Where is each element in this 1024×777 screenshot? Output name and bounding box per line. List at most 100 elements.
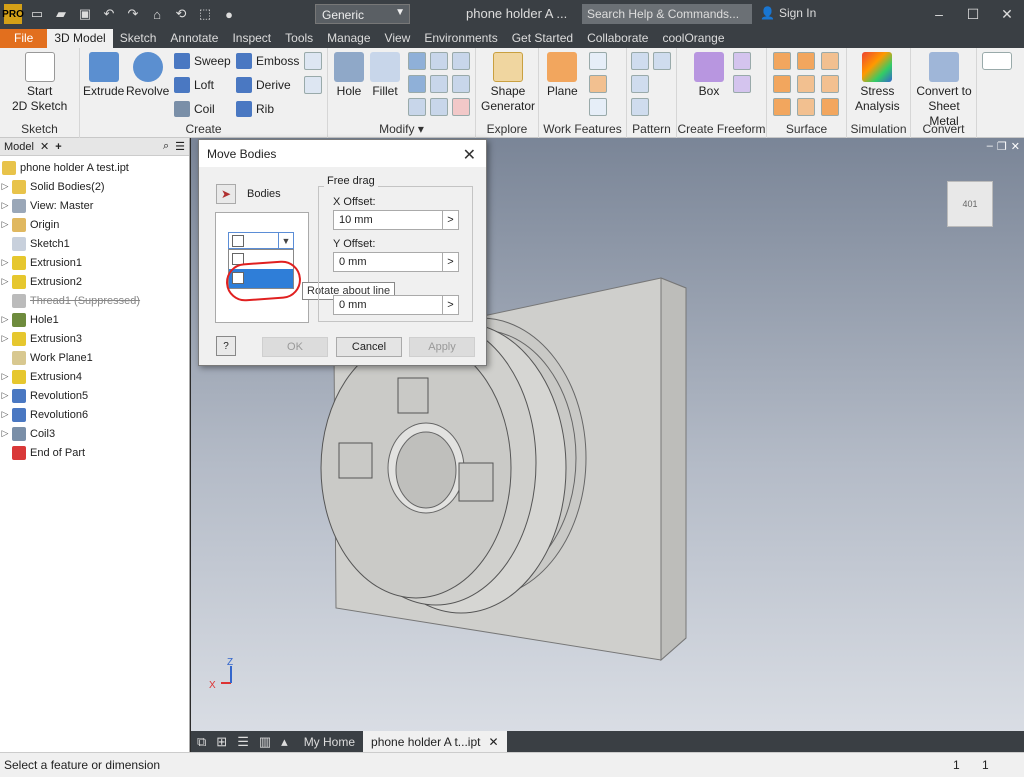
ucs-icon[interactable]: [589, 98, 607, 116]
apply-button[interactable]: Apply: [409, 337, 475, 357]
chamfer-icon[interactable]: [408, 52, 426, 70]
tab-my-home[interactable]: My Home: [296, 732, 363, 752]
derive-button[interactable]: Derive: [236, 77, 291, 93]
maximize-icon[interactable]: ☐: [956, 0, 990, 28]
expand-caret-icon[interactable]: ▷: [0, 257, 10, 268]
combine-icon[interactable]: [452, 75, 470, 93]
tree-node[interactable]: ▷ Solid Bodies(2): [0, 177, 189, 196]
tree-node[interactable]: ▷ Hole1: [0, 310, 189, 329]
tree-node[interactable]: ▷ Extrusion1: [0, 253, 189, 272]
expand-caret-icon[interactable]: ▷: [0, 219, 10, 230]
menu-icon[interactable]: ☰: [175, 140, 185, 153]
rectangular-pattern-icon[interactable]: [631, 52, 649, 70]
close-icon[interactable]: ✕: [990, 0, 1024, 28]
vertical-icon[interactable]: ▥: [259, 734, 271, 750]
y-offset-field[interactable]: 0 mm >: [333, 252, 459, 272]
ribbon-options-icon[interactable]: [982, 52, 1012, 70]
tab-coolorange[interactable]: coolOrange: [655, 29, 731, 48]
mirror-icon[interactable]: [631, 98, 649, 116]
chevron-right-icon[interactable]: >: [442, 296, 458, 314]
search-input[interactable]: Search Help & Commands...: [582, 4, 752, 24]
viewcube[interactable]: 401: [947, 181, 993, 227]
tree-node[interactable]: ▷ Revolution6: [0, 405, 189, 424]
expand-caret-icon[interactable]: ▷: [0, 371, 10, 382]
search-icon[interactable]: ⌕: [163, 140, 169, 153]
select-icon[interactable]: ⬚: [196, 5, 214, 23]
tab-get-started[interactable]: Get Started: [505, 29, 580, 48]
fillet-button[interactable]: Fillet: [370, 52, 400, 99]
loft-button[interactable]: Loft: [174, 77, 214, 93]
rib-button[interactable]: Rib: [236, 101, 274, 117]
x-offset-field[interactable]: 10 mm >: [333, 210, 459, 230]
shell-icon[interactable]: [430, 52, 448, 70]
tab-annotate[interactable]: Annotate: [163, 29, 225, 48]
tab-model[interactable]: Model: [4, 141, 34, 153]
stress-analysis-button[interactable]: Stress Analysis: [855, 52, 900, 114]
tree-node[interactable]: Work Plane1: [0, 348, 189, 367]
plane-button[interactable]: Plane: [547, 52, 578, 99]
split-icon[interactable]: [430, 75, 448, 93]
chevron-right-icon[interactable]: >: [442, 211, 458, 229]
expand-caret-icon[interactable]: ▷: [0, 276, 10, 287]
revolve-button[interactable]: Revolve: [126, 52, 169, 99]
shape-generator-button[interactable]: Shape Generator: [481, 52, 535, 114]
axis-icon[interactable]: [589, 52, 607, 70]
start-2d-sketch-button[interactable]: Start 2D Sketch: [12, 52, 67, 114]
convert-to-sheet-metal-button[interactable]: Convert to Sheet Metal: [912, 52, 976, 129]
tab-menu-icon[interactable]: ▴: [281, 734, 288, 750]
tab-manage[interactable]: Manage: [320, 29, 377, 48]
expand-caret-icon[interactable]: ▷: [0, 333, 10, 344]
cascade-icon[interactable]: ⧉: [197, 734, 206, 750]
bodies-select-button[interactable]: ➤: [216, 184, 236, 204]
move-type-combo[interactable]: ▼: [228, 232, 294, 249]
import-icon[interactable]: [304, 76, 322, 94]
tab-tools[interactable]: Tools: [278, 29, 320, 48]
emboss-button[interactable]: Emboss: [236, 53, 299, 69]
tab-view[interactable]: View: [378, 29, 418, 48]
ruled-surface-icon[interactable]: [773, 98, 791, 116]
patch-icon[interactable]: [773, 75, 791, 93]
trim-icon[interactable]: [797, 75, 815, 93]
tab-environments[interactable]: Environments: [417, 29, 504, 48]
appearance-icon[interactable]: ●: [220, 5, 238, 23]
tab-collaborate[interactable]: Collaborate: [580, 29, 655, 48]
sweep-button[interactable]: Sweep: [174, 53, 231, 69]
expand-caret-icon[interactable]: ▷: [0, 314, 10, 325]
coil-button[interactable]: Coil: [174, 101, 215, 117]
expand-caret-icon[interactable]: ▷: [0, 390, 10, 401]
tab-3d-model[interactable]: 3D Model: [47, 29, 113, 48]
expand-caret-icon[interactable]: ▷: [0, 409, 10, 420]
point-icon[interactable]: [589, 75, 607, 93]
tab-sketch[interactable]: Sketch: [113, 29, 164, 48]
material-select[interactable]: Generic ▼: [315, 4, 410, 24]
save-icon[interactable]: ▣: [76, 5, 94, 23]
close-icon[interactable]: ✕: [488, 735, 498, 749]
extrude-button[interactable]: Extrude: [83, 52, 124, 99]
box-button[interactable]: Box: [694, 52, 724, 99]
create-extra-icon[interactable]: [304, 52, 322, 70]
move-face-icon[interactable]: [408, 98, 426, 116]
panel-title-modify[interactable]: Modify ▾: [328, 122, 475, 136]
cancel-button[interactable]: Cancel: [336, 337, 402, 357]
hole-button[interactable]: Hole: [334, 52, 364, 99]
chevron-right-icon[interactable]: >: [442, 253, 458, 271]
tree-node[interactable]: ▷ Revolution5: [0, 386, 189, 405]
expand-caret-icon[interactable]: ▷: [0, 181, 10, 192]
close-icon[interactable]: ✕: [40, 140, 49, 153]
expand-caret-icon[interactable]: ▷: [0, 200, 10, 211]
freeform-face-icon[interactable]: [733, 75, 751, 93]
tree-node[interactable]: Thread1 (Suppressed): [0, 291, 189, 310]
update-icon[interactable]: ⟲: [172, 5, 190, 23]
tree-node[interactable]: ▷ View: Master: [0, 196, 189, 215]
draft-icon[interactable]: [452, 52, 470, 70]
tree-node[interactable]: End of Part: [0, 443, 189, 462]
horizontal-icon[interactable]: ☰: [237, 734, 249, 750]
freeform-plane-icon[interactable]: [733, 52, 751, 70]
extend-icon[interactable]: [797, 98, 815, 116]
expand-caret-icon[interactable]: ▷: [0, 428, 10, 439]
tree-node[interactable]: Sketch1: [0, 234, 189, 253]
ok-button[interactable]: OK: [262, 337, 328, 357]
tree-node[interactable]: ▷ Extrusion3: [0, 329, 189, 348]
copy-object-icon[interactable]: [430, 98, 448, 116]
redo-icon[interactable]: ↷: [124, 5, 142, 23]
